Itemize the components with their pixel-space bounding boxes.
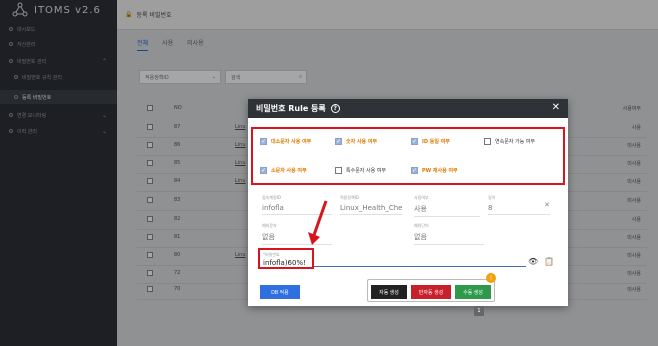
- length-field[interactable]: 길이 8 ✕: [488, 195, 550, 215]
- exception-word-value: 없음: [414, 232, 484, 245]
- help-icon[interactable]: ?: [330, 104, 340, 113]
- auto-generate-button[interactable]: 자동 생성: [371, 285, 407, 299]
- password-label: *비밀번호: [263, 252, 280, 257]
- option-label: 소문자 사용 여부: [271, 168, 307, 174]
- option-label: 특수문자 사용 여부: [346, 168, 386, 174]
- checkbox-case[interactable]: ✓: [260, 138, 267, 145]
- alert-badge: !: [486, 273, 496, 283]
- manual-generate-button[interactable]: 수동 생성: [455, 285, 491, 299]
- policy-value: Linux_Health_Check: [340, 204, 402, 215]
- checkbox-special[interactable]: [335, 167, 342, 174]
- checkbox-lowercase[interactable]: ✓: [260, 167, 267, 174]
- option-pw-reuse[interactable]: ✓ PW 재사용 여부: [411, 167, 458, 174]
- semi-auto-generate-button[interactable]: 반자동 생성: [411, 285, 451, 299]
- exception-word-label: 예외단어: [414, 223, 429, 228]
- checkbox-id-same[interactable]: ✓: [411, 138, 418, 145]
- clear-icon[interactable]: ✕: [544, 201, 550, 209]
- option-case[interactable]: ✓ 대소문자 사용 여부: [260, 138, 311, 145]
- exception-word-field[interactable]: 예외단어 없음: [414, 223, 484, 245]
- option-label: 대소문자 사용 여부: [271, 139, 312, 145]
- password-field[interactable]: *비밀번호 infofla)60%!: [258, 248, 314, 269]
- option-lowercase[interactable]: ✓ 소문자 사용 여부: [260, 167, 307, 174]
- password-rule-dialog: 비밀번호 Rule 등록 ? ✕ ✓ 대소문자 사용 여부 ✓ 숫자 사용 여부…: [248, 99, 568, 306]
- db-apply-button[interactable]: DB 적용: [260, 285, 300, 299]
- option-consecutive[interactable]: 연속문자 가능 여부: [484, 138, 535, 145]
- rule-options-box: ✓ 대소문자 사용 여부 ✓ 숫자 사용 여부 ✓ ID 동일 여부 연속문자 …: [251, 127, 565, 185]
- dialog-header: 비밀번호 Rule 등록 ? ✕: [248, 99, 568, 118]
- password-value[interactable]: infofla)60%!: [263, 259, 309, 267]
- policy-label: 적용정책ID: [340, 195, 359, 200]
- red-arrow-icon: [308, 200, 328, 245]
- option-label: 숫자 사용 여부: [346, 139, 378, 145]
- checkbox-number[interactable]: ✓: [335, 138, 342, 145]
- eye-icon[interactable]: 👁: [528, 257, 538, 266]
- option-label: PW 재사용 여부: [422, 168, 458, 174]
- length-label: 길이: [488, 195, 496, 200]
- option-number[interactable]: ✓ 숫자 사용 여부: [335, 138, 377, 145]
- usage-field[interactable]: 사용여부 사용: [414, 195, 480, 217]
- option-label: 연속문자 가능 여부: [495, 139, 535, 145]
- length-value: 8: [488, 204, 550, 215]
- usage-label: 사용여부: [414, 195, 429, 200]
- checkbox-pw-reuse[interactable]: ✓: [411, 167, 418, 174]
- option-label: ID 동일 여부: [422, 139, 450, 145]
- password-underline: [314, 266, 526, 267]
- close-icon[interactable]: ✕: [552, 102, 560, 113]
- option-id-same[interactable]: ✓ ID 동일 여부: [411, 138, 450, 145]
- dialog-title: 비밀번호 Rule 등록: [256, 104, 326, 113]
- checkbox-consecutive[interactable]: [484, 138, 491, 145]
- copy-icon[interactable]: 📋: [544, 257, 554, 266]
- policy-field[interactable]: 적용정책ID Linux_Health_Check: [340, 195, 402, 215]
- option-special[interactable]: 특수문자 사용 여부: [335, 167, 386, 174]
- usage-value: 사용: [414, 204, 480, 217]
- pagination-current[interactable]: 1: [474, 306, 484, 316]
